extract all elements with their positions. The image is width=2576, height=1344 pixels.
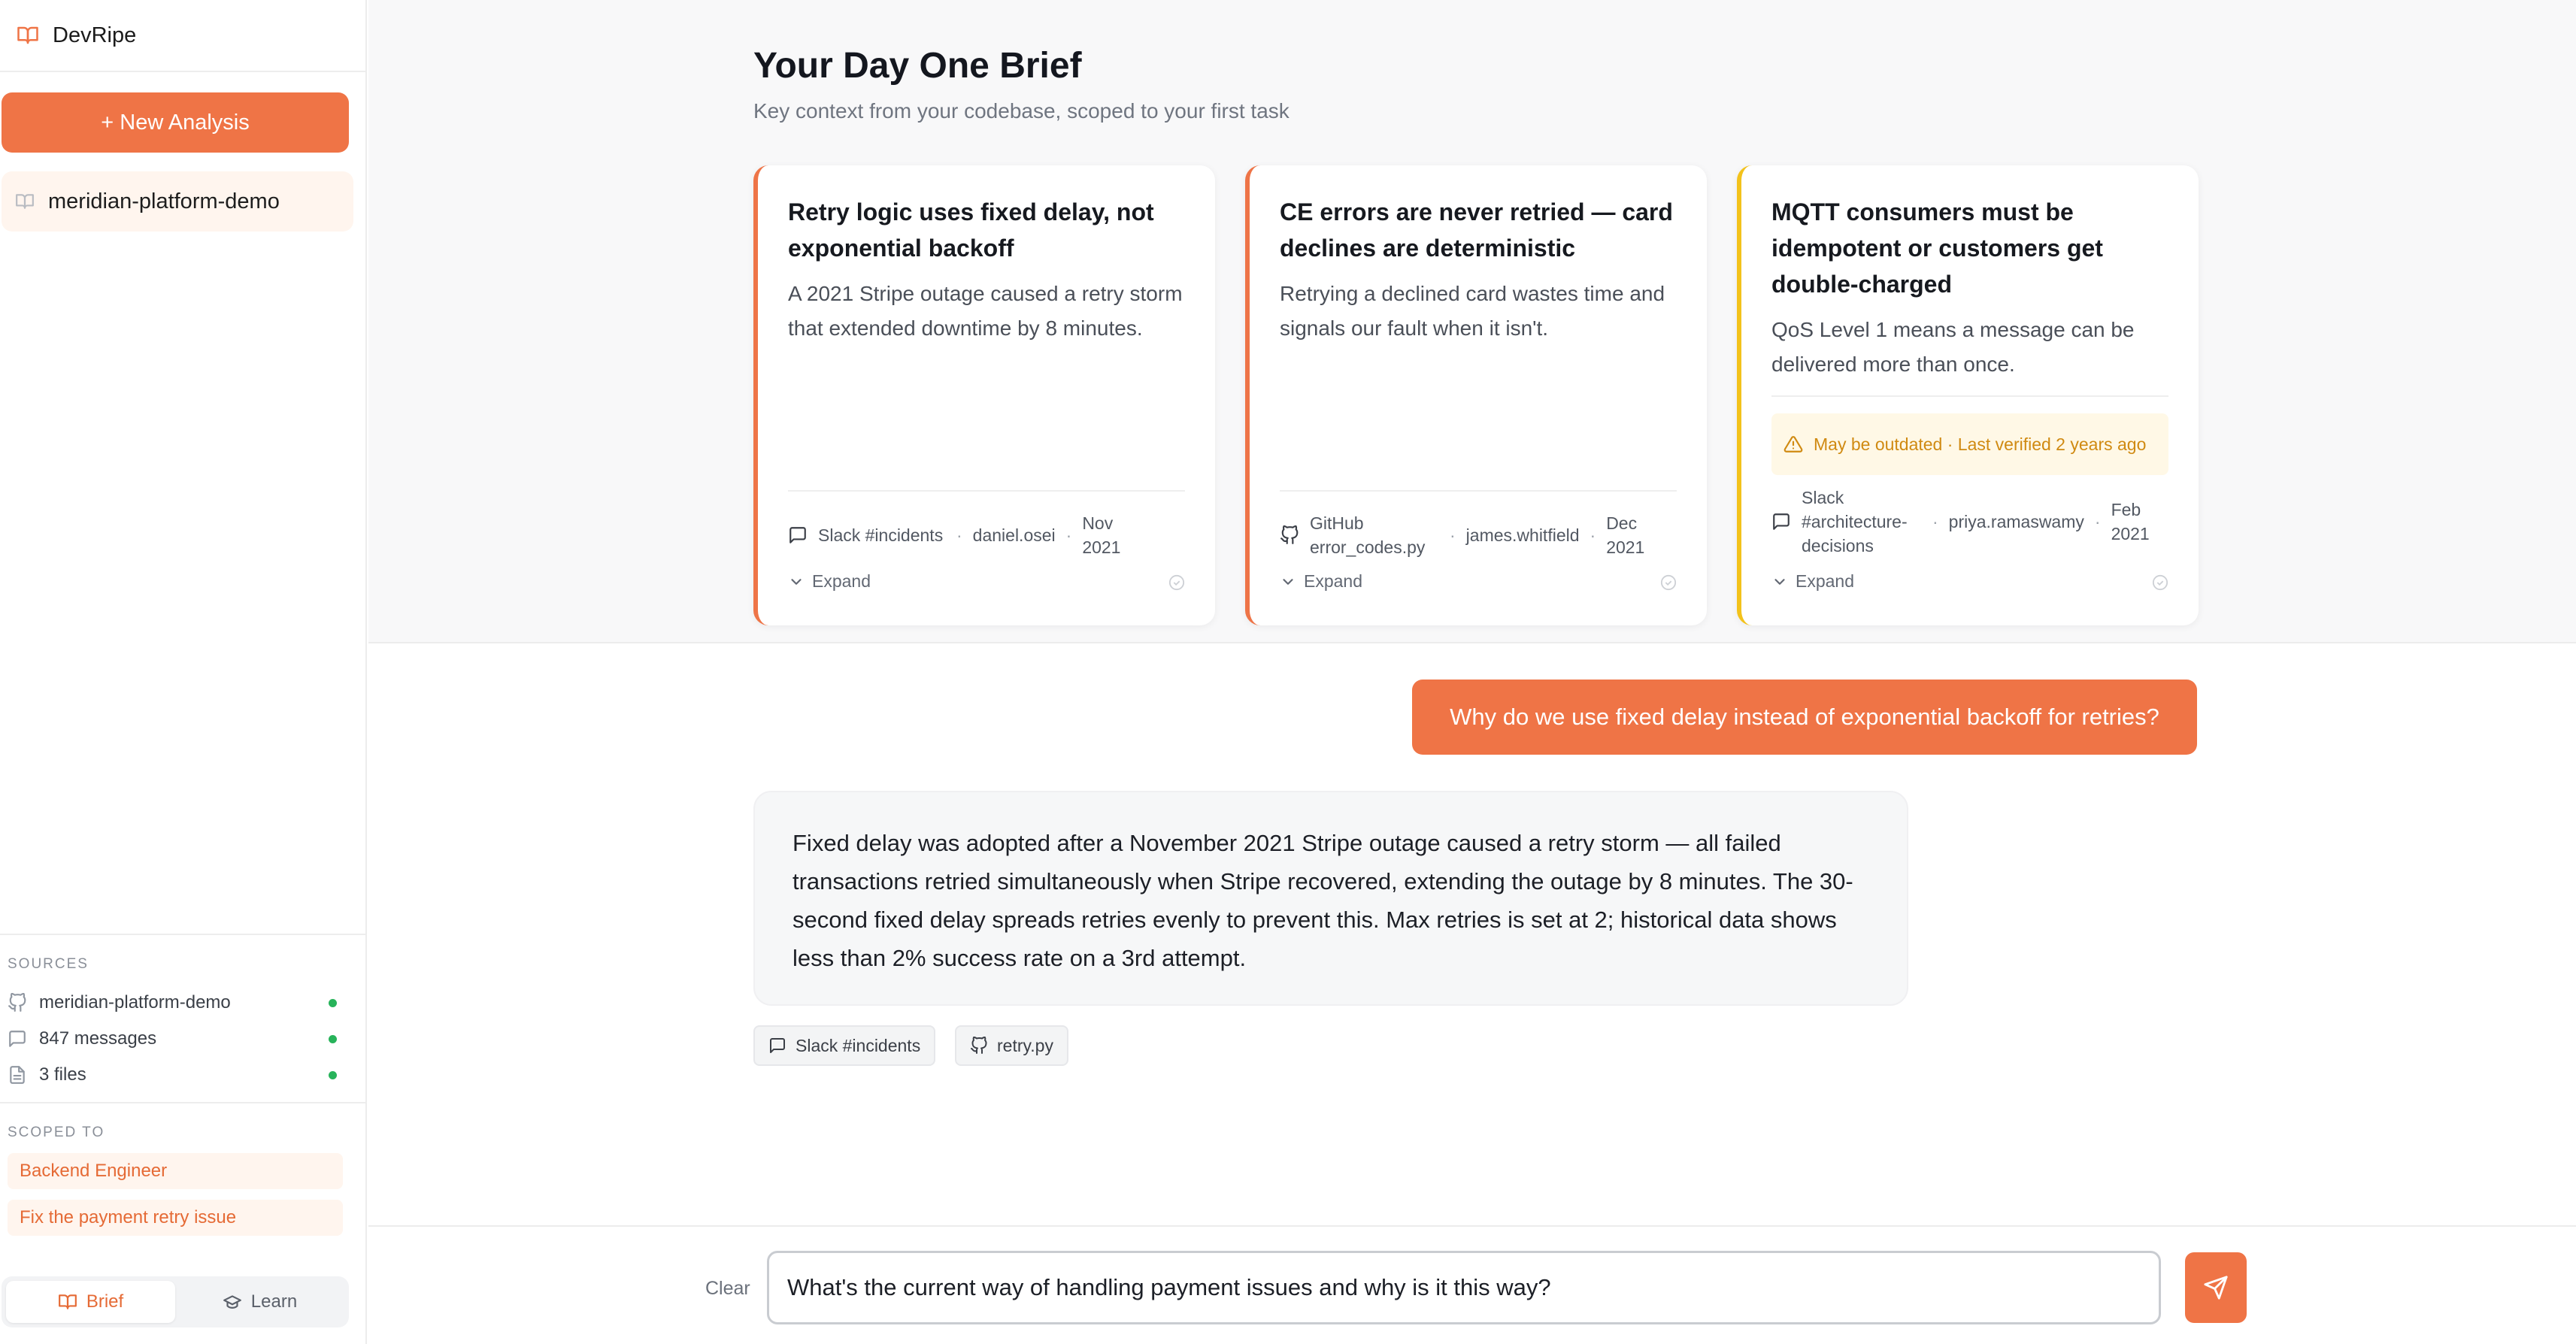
- meta-separator: ·: [1065, 525, 1072, 545]
- citation-chip[interactable]: retry.py: [955, 1025, 1068, 1066]
- check-circle-icon[interactable]: [1660, 574, 1677, 591]
- scope-chip-task[interactable]: Fix the payment retry issue: [8, 1200, 343, 1236]
- status-dot: [329, 1034, 337, 1043]
- brief-tab[interactable]: Brief: [6, 1281, 175, 1323]
- graduation-cap-icon: [223, 1295, 241, 1309]
- send-button[interactable]: [2185, 1252, 2247, 1323]
- chat-input[interactable]: [767, 1251, 2161, 1324]
- expand-button[interactable]: Expand: [1280, 571, 1362, 592]
- card-source: Slack #architecture-decisions: [1802, 488, 1908, 555]
- meta-separator: ·: [1450, 525, 1456, 545]
- expand-label: Expand: [1304, 571, 1363, 591]
- new-analysis-button[interactable]: + New Analysis: [2, 92, 349, 153]
- source-row[interactable]: 3 files: [8, 1057, 358, 1093]
- github-icon: [1280, 525, 1299, 544]
- brand[interactable]: DevRipe: [0, 0, 365, 72]
- meta-separator: ·: [1932, 512, 1938, 531]
- book-icon: [17, 26, 38, 44]
- card-author: james.whitfield: [1465, 525, 1580, 545]
- learn-tab[interactable]: Learn: [175, 1281, 344, 1323]
- mode-toggle: Brief Learn: [2, 1276, 349, 1327]
- main-content: Your Day One Brief Key context from your…: [368, 0, 2576, 1344]
- warning-triangle-icon: [1784, 436, 1803, 453]
- check-circle-icon[interactable]: [2152, 574, 2168, 591]
- citation-label: Slack #incidents: [796, 1035, 921, 1055]
- card-date: Feb 2021: [2111, 500, 2150, 543]
- card-source: GitHub error_codes.py: [1310, 513, 1426, 557]
- card-date: Dec 2021: [1606, 513, 1645, 557]
- card-description: A 2021 Stripe outage caused a retry stor…: [788, 282, 1183, 340]
- sources-title: SOURCES: [8, 956, 89, 972]
- meta-separator: ·: [1590, 525, 1596, 545]
- card-divider: [1280, 490, 1677, 492]
- citation-label: retry.py: [997, 1035, 1053, 1055]
- expand-label: Expand: [812, 571, 871, 591]
- scoped-section: SCOPED TO Backend Engineer Fix the payme…: [0, 1102, 365, 1246]
- assistant-answer: Fixed delay was adopted after a November…: [753, 791, 1908, 1006]
- message-icon: [789, 527, 806, 543]
- message-icon: [9, 1031, 26, 1047]
- expand-button[interactable]: Expand: [1771, 571, 1854, 592]
- scope-chip-role[interactable]: Backend Engineer: [8, 1153, 343, 1189]
- sources-section: SOURCES meridian-platform-demo 847 messa…: [0, 934, 365, 1093]
- warning-text: May be outdated · Last verified 2 years …: [1814, 434, 2147, 454]
- message-icon: [1773, 513, 1790, 530]
- chevron-down-icon: [1283, 578, 1293, 585]
- meta-separator: ·: [956, 525, 962, 545]
- brief-section: Your Day One Brief Key context from your…: [368, 0, 2576, 643]
- file-icon: [10, 1066, 25, 1084]
- chevron-down-icon: [1774, 578, 1785, 585]
- book-icon: [16, 194, 34, 209]
- outdated-warning: May be outdated · Last verified 2 years …: [1771, 413, 2168, 475]
- sidebar-item-project[interactable]: meridian-platform-demo: [2, 171, 353, 232]
- user-message: Why do we use fixed delay instead of exp…: [1412, 680, 2197, 755]
- card-meta: GitHub error_codes.py · james.whitfield …: [1280, 511, 1677, 559]
- citation-chip[interactable]: Slack #incidents: [753, 1025, 936, 1066]
- card-author: daniel.osei: [972, 525, 1056, 545]
- card-divider: [788, 490, 1185, 492]
- send-icon: [2204, 1276, 2228, 1300]
- source-label: 847 messages: [39, 1028, 157, 1049]
- card-date: Nov 2021: [1082, 513, 1121, 557]
- message-icon: [770, 1038, 785, 1053]
- card-title: Retry logic uses fixed delay, not expone…: [788, 198, 1154, 262]
- source-label: 3 files: [39, 1064, 86, 1085]
- clear-button[interactable]: Clear: [705, 1278, 750, 1300]
- book-icon: [58, 1294, 77, 1309]
- page-subtitle: Key context from your codebase, scoped t…: [753, 99, 1290, 123]
- check-circle-icon[interactable]: [1168, 574, 1185, 591]
- status-dot: [329, 998, 337, 1007]
- card-source: Slack #incidents: [818, 525, 944, 545]
- meta-separator: ·: [2094, 512, 2101, 531]
- brief-card[interactable]: MQTT consumers must be idempotent or cus…: [1737, 165, 2199, 625]
- source-label: meridian-platform-demo: [39, 992, 231, 1013]
- card-divider: [1771, 395, 2168, 397]
- card-author: priya.ramaswamy: [1948, 512, 2084, 531]
- brief-card[interactable]: CE errors are never retried — card decli…: [1245, 165, 1707, 625]
- source-row[interactable]: meridian-platform-demo: [8, 985, 358, 1021]
- brief-tab-label: Brief: [86, 1291, 124, 1312]
- chevron-down-icon: [791, 578, 802, 585]
- page-title: Your Day One Brief: [753, 46, 1082, 86]
- learn-tab-label: Learn: [250, 1291, 298, 1312]
- github-icon: [971, 1037, 987, 1054]
- card-description: Retrying a declined card wastes time and…: [1280, 282, 1665, 340]
- card-title: CE errors are never retried — card decli…: [1280, 198, 1673, 262]
- card-meta: Slack #architecture-decisions · priya.ra…: [1771, 486, 2168, 558]
- scoped-title: SCOPED TO: [8, 1125, 105, 1140]
- expand-label: Expand: [1796, 571, 1855, 591]
- project-label: meridian-platform-demo: [48, 189, 280, 213]
- card-description: QoS Level 1 means a message can be deliv…: [1771, 318, 2135, 376]
- github-icon: [8, 993, 26, 1012]
- card-meta: Slack #incidents · daniel.osei · Nov 202…: [788, 511, 1185, 559]
- composer: Clear: [368, 1225, 2576, 1344]
- app-name: DevRipe: [53, 23, 137, 47]
- card-title: MQTT consumers must be idempotent or cus…: [1771, 198, 2103, 298]
- sidebar: DevRipe + New Analysis meridian-platform…: [0, 0, 367, 1344]
- brief-card[interactable]: Retry logic uses fixed delay, not expone…: [753, 165, 1215, 625]
- status-dot: [329, 1070, 337, 1079]
- source-row[interactable]: 847 messages: [8, 1021, 358, 1057]
- expand-button[interactable]: Expand: [788, 571, 871, 592]
